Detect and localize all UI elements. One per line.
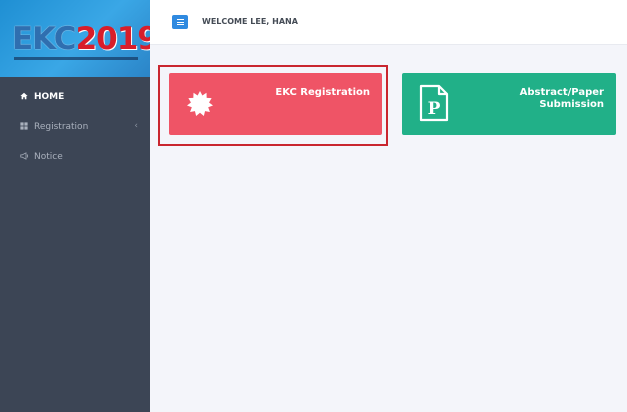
welcome-message: WELCOME LEE, HANA	[202, 17, 298, 26]
certificate-badge-icon	[187, 91, 213, 117]
abstract-paper-submission-tile[interactable]: P Abstract/Paper Submission	[402, 73, 616, 135]
document-p-icon: P	[419, 84, 449, 122]
top-header: WELCOME LEE, HANA	[150, 0, 627, 45]
grid-icon	[18, 122, 30, 132]
sidebar: EKC2019 HOME Registration ‹ Notice	[0, 0, 150, 412]
tile-title: Abstract/Paper Submission	[519, 87, 604, 110]
logo-ekc: EKC	[12, 21, 77, 57]
sidebar-item-registration[interactable]: Registration ‹	[0, 112, 150, 142]
tile-title: EKC Registration	[275, 87, 370, 98]
logo-text: EKC2019	[12, 22, 150, 56]
ekc-registration-tile[interactable]: EKC Registration	[169, 73, 382, 135]
sidebar-item-label: Registration	[34, 122, 89, 132]
menu-toggle-button[interactable]	[172, 15, 188, 29]
sidebar-item-label: HOME	[34, 92, 65, 102]
home-icon	[18, 92, 30, 102]
hamburger-icon	[176, 19, 184, 25]
sidebar-item-notice[interactable]: Notice	[0, 142, 150, 172]
logo-tagline-strip	[14, 57, 138, 60]
logo-year: 2019	[75, 21, 150, 57]
megaphone-icon	[18, 152, 30, 162]
main-content: EKC Registration P Abstract/Paper Submis…	[150, 45, 627, 412]
ekc2019-logo[interactable]: EKC2019	[0, 0, 150, 77]
chevron-left-icon: ‹	[134, 121, 138, 131]
sidebar-nav: HOME Registration ‹ Notice	[0, 82, 150, 172]
sidebar-item-label: Notice	[34, 152, 63, 162]
app: EKC2019 HOME Registration ‹ Notice WELCO…	[0, 0, 627, 412]
sidebar-item-home[interactable]: HOME	[0, 82, 150, 112]
svg-text:P: P	[428, 99, 441, 119]
